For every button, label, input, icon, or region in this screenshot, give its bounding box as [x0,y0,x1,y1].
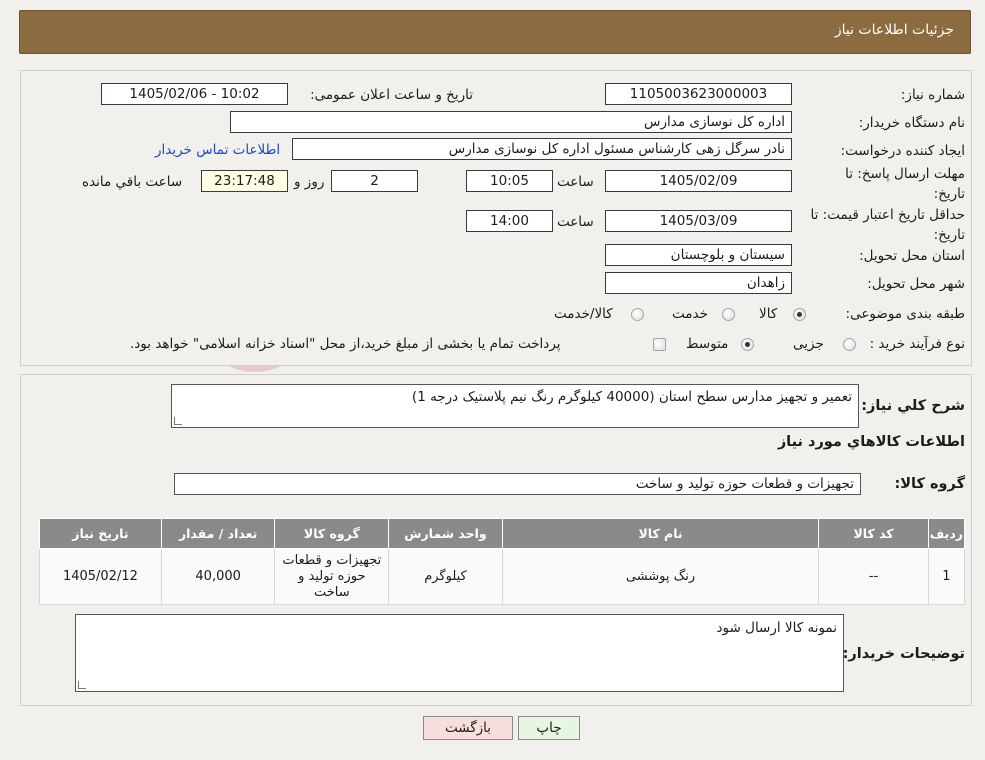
days-label: روز و [294,174,325,190]
page-title: جزئیات اطلاعات نیاز [834,22,954,38]
buyer-contact-link[interactable]: اطلاعات تماس خریدار [155,142,280,158]
col-header-unit: واحد شمارش [388,518,503,549]
cell-group: تجهیزات و قطعات حوزه تولید و ساخت [274,548,390,605]
requester-field: نادر سرگل زهی کارشناس مسئول اداره کل نوس… [292,138,792,160]
city-label: شهر محل تحویل: [867,276,965,292]
cell-quantity: 40,000 [160,548,276,605]
remaining-time-field: 23:17:48 [201,170,288,192]
col-header-row-number: رديف [927,518,966,549]
province-label: استان محل تحویل: [859,248,965,264]
col-header-group: گروه کالا [274,518,390,549]
category-option-service: خدمت [672,306,708,322]
validity-label: حداقل تاریخ اعتبار قیمت: تا تاریخ: [810,207,965,243]
cell-unit: کیلوگرم [388,548,503,605]
group-label: گروه کالا: [894,476,965,492]
validity-time-field: 14:00 [466,210,553,232]
process-option-medium: متوسط [686,336,729,352]
cell-code: -- [818,548,929,605]
treasury-checkbox[interactable] [653,338,666,351]
category-radio-service[interactable] [722,308,735,321]
validity-time-label: ساعت [557,214,594,230]
description-text: تعمیر و تجهیز مدارس سطح استان (40000 کیل… [411,389,852,405]
cell-name: رنگ پوششی [501,548,820,605]
process-option-minor: جزیی [793,336,824,352]
province-field: سیستان و بلوچستان [605,244,792,266]
items-section-title: اطلاعات کالاهاي مورد نياز [777,434,965,450]
category-radio-goods[interactable] [793,308,806,321]
col-header-code: کد کالا [818,518,929,549]
process-label: نوع فرآیند خرید : [869,336,965,352]
buyer-notes-text: نمونه کالا ارسال شود [716,620,837,636]
cell-row-number: 1 [927,548,966,605]
items-table: رديف کد کالا نام کالا واحد شمارش گروه کا… [39,518,966,605]
buyer-org-field: اداره کل نوسازی مدارس [230,111,792,133]
cell-date: 1405/02/12 [39,548,162,605]
buyer-notes-label: توضیحات خریدار: [842,646,965,662]
remaining-label: ساعت باقي مانده [82,174,183,190]
description-field[interactable]: تعمیر و تجهیز مدارس سطح استان (40000 کیل… [171,384,859,428]
category-option-goods: کالا [759,306,778,322]
table-header-row: رديف کد کالا نام کالا واحد شمارش گروه کا… [39,518,966,549]
resize-handle-icon[interactable] [174,417,182,425]
print-button[interactable]: چاپ [518,716,580,740]
need-number-label: شماره نیاز: [900,87,965,103]
deadline-time-label: ساعت [557,174,594,190]
buyer-notes-field[interactable]: نمونه کالا ارسال شود [75,614,844,692]
col-header-quantity: تعداد / مقدار [160,518,276,549]
group-field: تجهیزات و قطعات حوزه تولید و ساخت [174,473,861,495]
requester-label: ایجاد کننده درخواست: [840,143,965,159]
back-button[interactable]: بازگشت [423,716,513,740]
process-radio-minor[interactable] [843,338,856,351]
deadline-time-field: 10:05 [466,170,553,192]
deadline-label: مهلت ارسال پاسخ: تا تاریخ: [845,166,965,202]
col-header-date: تاريخ نياز [39,518,162,549]
days-field: 2 [331,170,418,192]
process-note: پرداخت تمام یا بخشی از مبلغ خرید،از محل … [130,336,561,352]
deadline-date-field: 1405/02/09 [605,170,792,192]
announce-date-label: تاریخ و ساعت اعلان عمومی: [310,87,473,103]
description-label: شرح کلي نياز: [861,398,965,414]
process-radio-medium[interactable] [741,338,754,351]
category-radio-goods-service[interactable] [631,308,644,321]
category-option-goods-service: کالا/خدمت [554,306,613,322]
col-header-name: نام کالا [501,518,820,549]
table-row: 1 -- رنگ پوششی کیلوگرم تجهیزات و قطعات ح… [39,548,966,605]
buyer-org-label: نام دستگاه خریدار: [858,115,965,131]
city-field: زاهدان [605,272,792,294]
announce-date-field: 1405/02/06 - 10:02 [101,83,288,105]
resize-handle-icon[interactable] [78,681,86,689]
need-number-field: 1105003623000003 [605,83,792,105]
validity-date-field: 1405/03/09 [605,210,792,232]
page-header: جزئیات اطلاعات نیاز [19,10,971,54]
category-label: طبقه بندی موضوعی: [845,306,965,322]
